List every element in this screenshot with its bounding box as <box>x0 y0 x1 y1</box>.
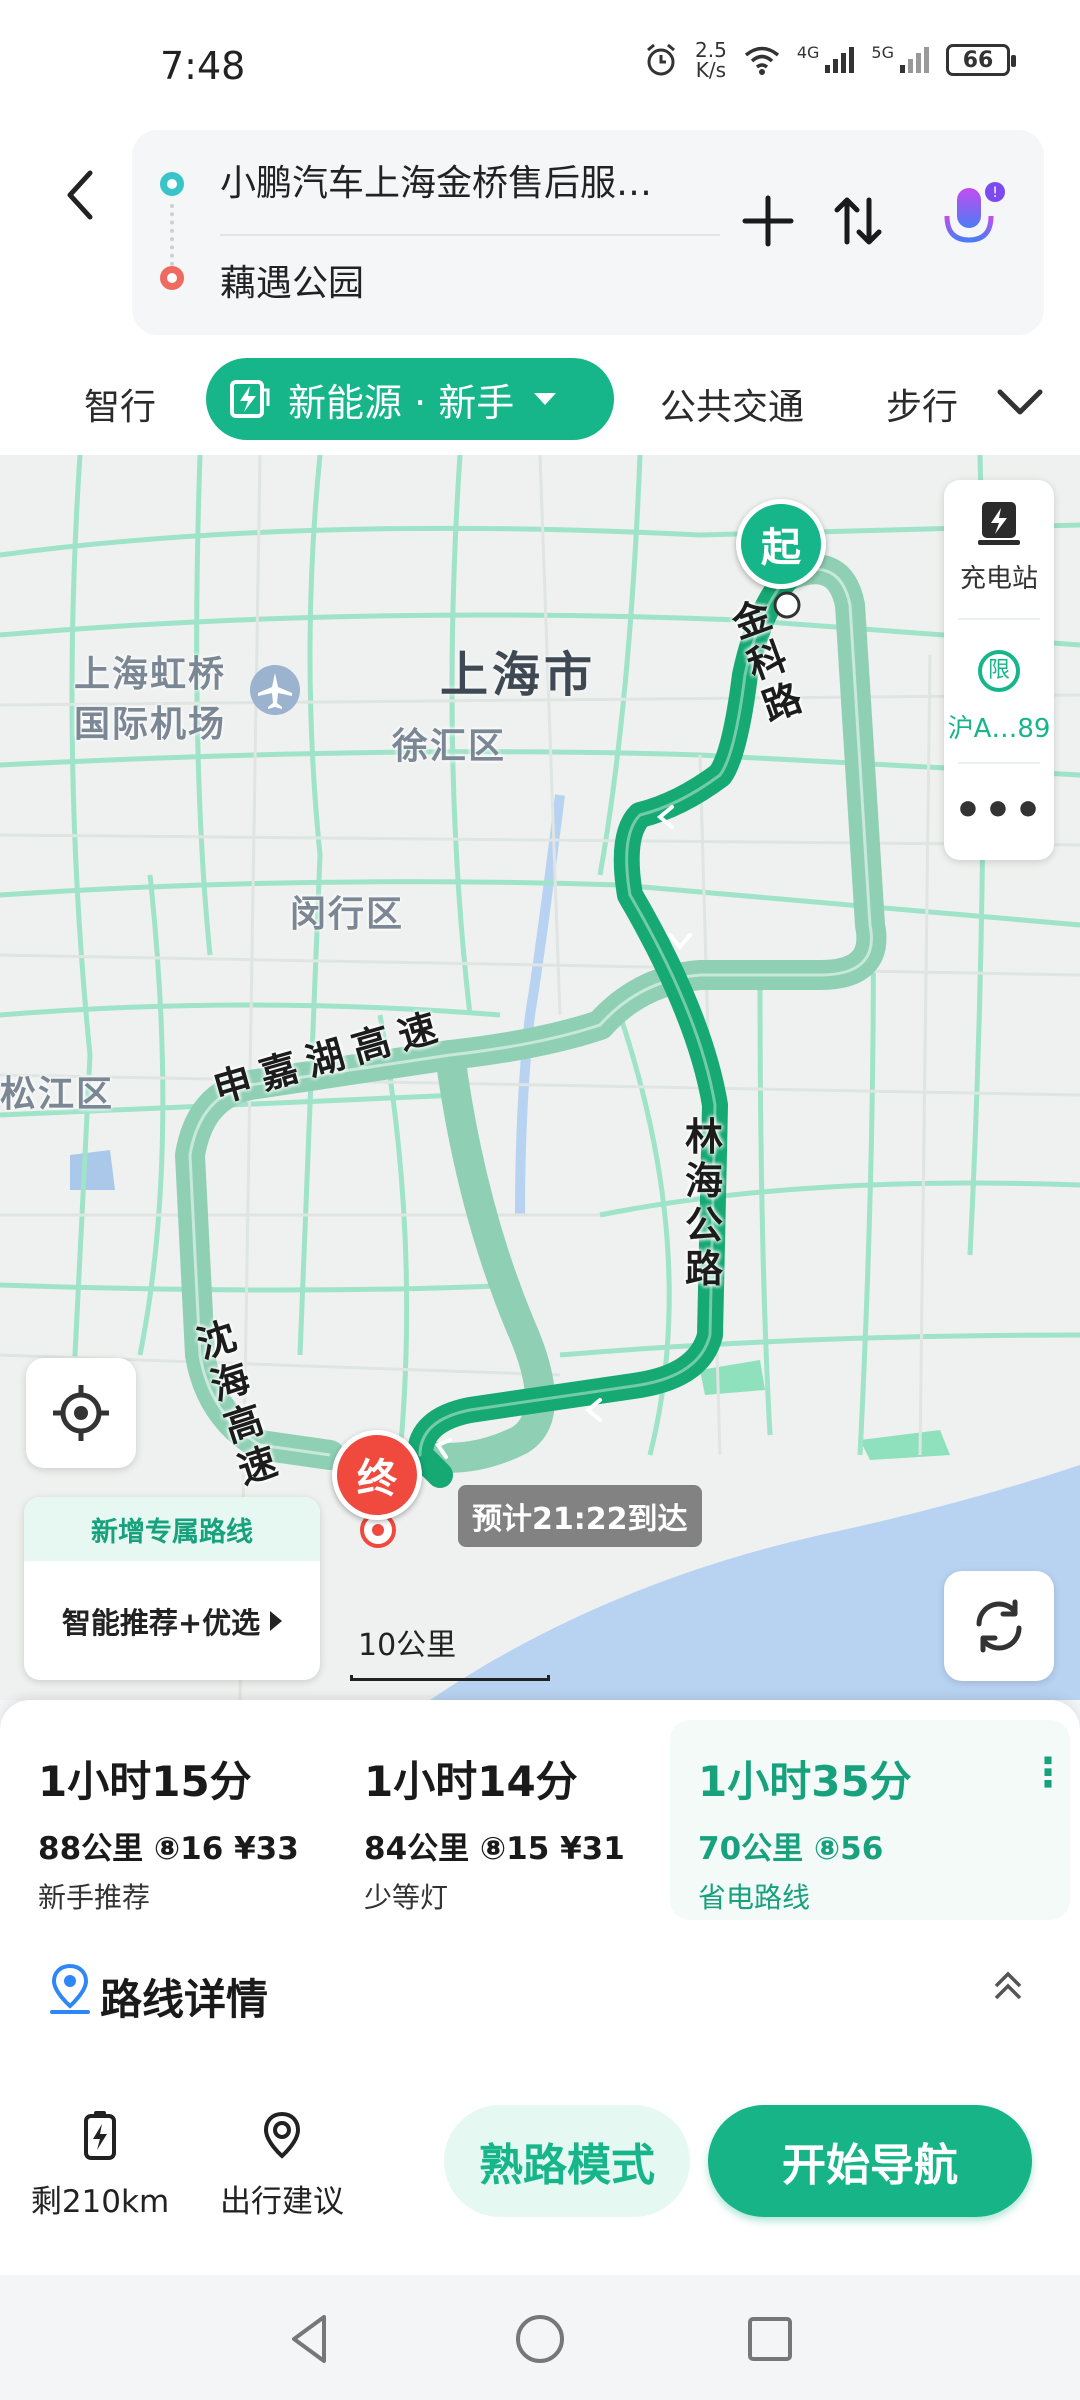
caret-down-icon <box>534 393 557 405</box>
map-label-airport-1: 上海虹桥 <box>74 654 227 695</box>
travel-advice-button[interactable]: 出行建议 <box>212 2110 352 2221</box>
map-side-toolbar: 充电站 限 沪A…89 ••• <box>944 480 1054 860</box>
route-tag: 少等灯 <box>364 1881 449 1914</box>
signal-icon <box>825 47 855 73</box>
charging-station-icon[interactable] <box>978 500 1020 546</box>
route-options-sheet: 1小时15分 88公里 ⑧16 ¥33 新手推荐 1小时14分 84公里 ⑧15… <box>0 1700 1080 2060</box>
ev-charge-icon <box>230 380 270 418</box>
map-scale-label: 10公里 <box>358 1628 457 1663</box>
crosshair-icon <box>53 1385 109 1441</box>
refresh-route-button[interactable] <box>944 1571 1054 1681</box>
start-navigation-button[interactable]: 开始导航 <box>708 2105 1032 2217</box>
status-bar: 7:48 2.5 K/s 4G 5G 66 <box>0 0 1080 130</box>
locate-me-button[interactable] <box>26 1358 136 1468</box>
back-triangle-icon[interactable] <box>278 2307 342 2371</box>
map-label-city: 上海市 <box>440 647 597 703</box>
map-label-airport-2: 国际机场 <box>74 704 227 745</box>
alarm-icon <box>647 43 675 76</box>
double-chevron-up-icon[interactable] <box>988 1966 1028 2006</box>
route-duration: 1小时14分 <box>364 1757 578 1806</box>
start-marker[interactable]: 起 <box>736 499 826 589</box>
svg-text:!: ! <box>992 185 998 201</box>
route-stats: 70公里 ⑧56 <box>698 1831 884 1867</box>
route-stats: 84公里 ⑧15 ¥31 <box>364 1831 625 1867</box>
route-details-title: 路线详情 <box>100 1975 269 2024</box>
divider <box>958 762 1040 764</box>
recents-square-icon[interactable] <box>738 2307 802 2371</box>
map-label-xuhui: 徐汇区 <box>392 726 507 767</box>
destination-dot-icon <box>160 266 184 290</box>
airport-icon <box>250 665 300 715</box>
map-label-songjiang: 松江区 <box>0 1074 115 1115</box>
eta-label: 预计21:22到达 <box>458 1485 702 1547</box>
location-pin-icon <box>263 2111 301 2159</box>
route-search-panel: 小鹏汽车上海金桥售后服… 藕遇公园 ! 智行 新能源 · 新手 公共交通 步行 <box>0 130 1080 455</box>
more-options-icon[interactable]: ••• <box>944 785 1054 836</box>
charging-station-label[interactable]: 充电站 <box>944 558 1054 595</box>
microphone-icon: ! <box>944 182 1005 252</box>
swap-route-button[interactable] <box>822 185 894 257</box>
destination-field[interactable]: 藕遇公园 <box>220 254 364 306</box>
route-input-box: 小鹏汽车上海金桥售后服… 藕遇公园 ! <box>132 130 1044 335</box>
wifi-icon <box>744 46 779 75</box>
end-marker[interactable]: 终 <box>332 1430 422 1520</box>
exclusive-route-title: 新增专属路线 <box>24 1497 320 1561</box>
origin-dot-icon <box>160 172 184 196</box>
route-option-1[interactable]: 1小时15分 88公里 ⑧16 ¥33 新手推荐 <box>10 1720 340 1920</box>
route-tag: 新手推荐 <box>38 1881 151 1914</box>
battery-range-button[interactable]: 剩210km <box>30 2110 170 2221</box>
road-label-linhai: 林海公路 <box>685 1115 724 1291</box>
signal-icon-2 <box>900 47 929 73</box>
swap-icon <box>834 197 882 245</box>
refresh-icon <box>976 1599 1022 1653</box>
map-view[interactable]: 上海市 上海虹桥 国际机场 徐汇区 闵行区 松江区 金科路 林海公路 申嘉湖高速… <box>0 455 1080 1700</box>
route-option-2[interactable]: 1小时14分 84公里 ⑧15 ¥31 少等灯 <box>336 1720 666 1920</box>
tab-smart[interactable]: 智行 <box>84 378 156 430</box>
traffic-restriction-icon[interactable]: 限 <box>978 650 1020 692</box>
map-scale-bar <box>350 1675 550 1681</box>
tab-walk[interactable]: 步行 <box>886 378 958 430</box>
home-circle-icon[interactable] <box>508 2307 572 2371</box>
route-option-list: 1小时15分 88公里 ⑧16 ¥33 新手推荐 1小时14分 84公里 ⑧15… <box>10 1720 1070 1920</box>
route-duration: 1小时35分 <box>698 1757 912 1806</box>
travel-advice-label: 出行建议 <box>220 2184 344 2220</box>
back-button[interactable] <box>50 150 110 240</box>
tab-new-energy-label: 新能源 · 新手 <box>288 380 515 425</box>
exclusive-route-card[interactable]: 新增专属路线 智能推荐+优选 <box>24 1497 320 1680</box>
route-option-3[interactable]: 1小时35分 70公里 ⑧56 省电路线 <box>670 1720 1070 1920</box>
route-details-header[interactable]: 路线详情 <box>0 1962 1080 2032</box>
tab-new-energy[interactable]: 新能源 · 新手 <box>206 358 614 440</box>
voice-input-button[interactable]: ! <box>932 180 1012 260</box>
battery-range-label: 剩210km <box>30 2184 170 2220</box>
status-icons: 2.5 K/s 4G 5G 66 <box>643 38 1016 82</box>
tab-public-transit[interactable]: 公共交通 <box>660 378 804 430</box>
signal-4g-label: 4G <box>796 42 820 62</box>
system-navigation-bar <box>0 2275 1080 2400</box>
travel-mode-tabs: 智行 新能源 · 新手 公共交通 步行 <box>0 358 1080 448</box>
route-duration: 1小时15分 <box>38 1757 252 1806</box>
route-tag: 省电路线 <box>698 1881 811 1914</box>
map-label-minhang: 闵行区 <box>290 894 405 935</box>
route-stats: 88公里 ⑧16 ¥33 <box>38 1831 299 1867</box>
net-speed: 2.5 K/s <box>695 38 727 82</box>
location-pin-icon <box>50 1963 90 2014</box>
battery-icon <box>84 2111 116 2160</box>
chevron-down-icon[interactable] <box>990 372 1050 432</box>
route-connector <box>170 204 174 266</box>
battery-icon: 66 <box>946 44 1016 76</box>
exclusive-route-body[interactable]: 智能推荐+优选 <box>24 1561 320 1680</box>
route-menu-icon[interactable]: ⋮ <box>1028 1753 1068 1824</box>
license-plate-label[interactable]: 沪A…89 <box>944 708 1054 745</box>
signal-5g-label: 5G <box>871 42 894 62</box>
divider <box>958 618 1040 620</box>
add-waypoint-button[interactable] <box>732 185 804 257</box>
familiar-road-mode-button[interactable]: 熟路模式 <box>444 2105 690 2217</box>
play-arrow-icon <box>270 1610 283 1631</box>
chevron-left-icon <box>67 170 93 220</box>
origin-field[interactable]: 小鹏汽车上海金桥售后服… <box>220 154 750 206</box>
navigation-action-bar: 剩210km 出行建议 熟路模式 开始导航 <box>0 2060 1080 2275</box>
plus-icon <box>742 195 794 247</box>
status-time: 7:48 <box>160 44 246 88</box>
divider <box>220 234 720 236</box>
